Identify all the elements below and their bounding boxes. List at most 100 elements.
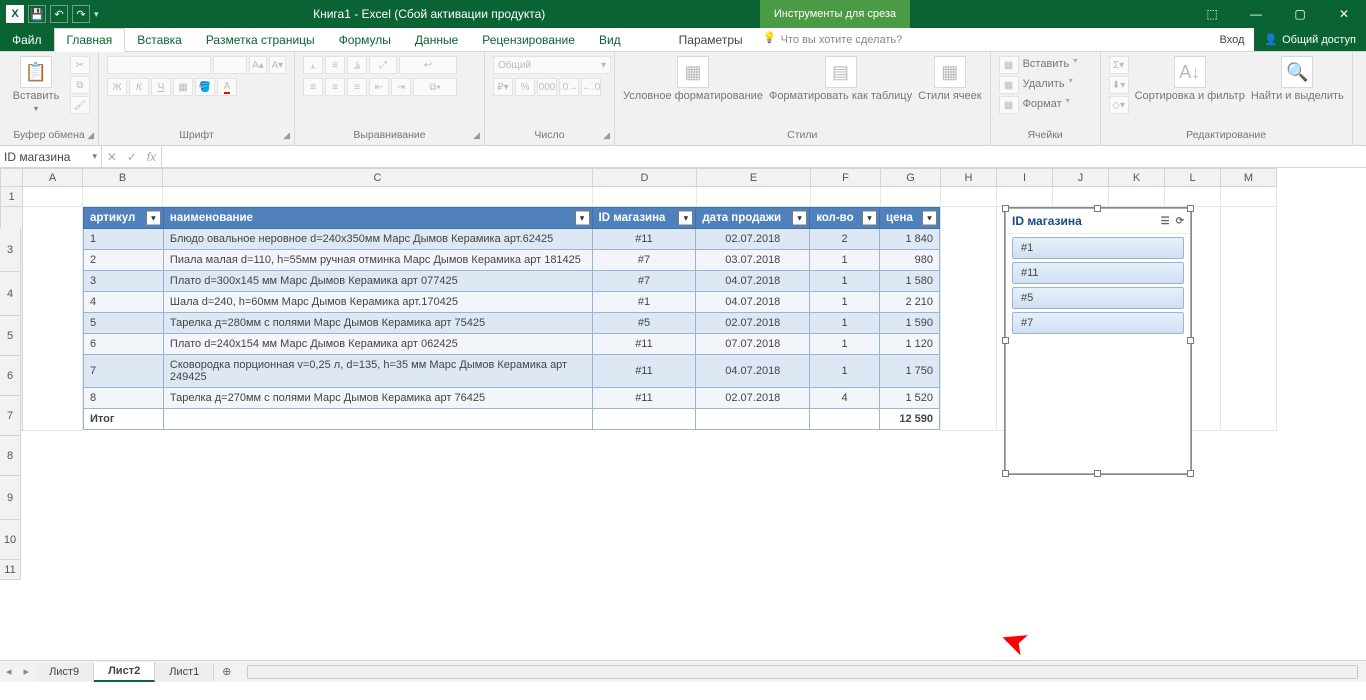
table-cell[interactable]: 980 — [880, 250, 940, 271]
table-cell[interactable]: #11 — [592, 334, 696, 355]
restore-icon[interactable]: ▢ — [1278, 7, 1322, 21]
table-cell[interactable]: 1 120 — [880, 334, 940, 355]
dialog-launcher-icon[interactable]: ◢ — [473, 130, 480, 141]
row-header[interactable]: 4 — [0, 272, 21, 316]
table-cell[interactable]: 2 — [84, 250, 164, 271]
bold-icon[interactable]: Ж — [107, 78, 127, 96]
fill-icon[interactable]: ⬇▾ — [1109, 76, 1129, 94]
table-column-header[interactable]: ID магазина▾ — [592, 208, 696, 229]
column-header[interactable]: K — [1109, 169, 1165, 187]
table-cell[interactable]: 1 — [810, 271, 880, 292]
column-header[interactable]: J — [1053, 169, 1109, 187]
new-sheet-icon[interactable]: ⊕ — [214, 665, 239, 678]
table-cell[interactable]: 1 — [810, 313, 880, 334]
table-cell[interactable]: 3 — [84, 271, 164, 292]
clear-icon[interactable]: ◇▾ — [1109, 96, 1129, 114]
sheet-nav-next-icon[interactable]: ▸ — [18, 665, 36, 678]
row-header[interactable]: 11 — [0, 560, 21, 580]
table-cell[interactable]: 02.07.2018 — [696, 388, 810, 409]
increase-decimal-icon[interactable]: .0→ — [559, 78, 579, 96]
tab-view[interactable]: Вид — [587, 28, 633, 51]
formula-input[interactable] — [162, 146, 1366, 167]
table-cell[interactable]: 04.07.2018 — [696, 292, 810, 313]
table-cell[interactable]: 6 — [84, 334, 164, 355]
name-box[interactable]: ID магазина▾ — [0, 146, 102, 167]
align-top-icon[interactable]: ⫠ — [303, 56, 323, 74]
save-icon[interactable]: 💾 — [28, 5, 46, 23]
filter-dropdown-icon[interactable]: ▾ — [146, 211, 161, 226]
table-cell[interactable]: 1 590 — [880, 313, 940, 334]
filter-dropdown-icon[interactable]: ▾ — [922, 211, 937, 226]
table-cell[interactable]: 4 — [84, 292, 164, 313]
sheet-tab[interactable]: Лист2 — [94, 662, 155, 682]
row-header[interactable]: 10 — [0, 520, 21, 560]
close-icon[interactable]: ✕ — [1322, 7, 1366, 21]
ribbon-options-icon[interactable]: ⬚ — [1190, 7, 1234, 21]
tab-home[interactable]: Главная — [54, 28, 126, 52]
table-cell[interactable]: 02.07.2018 — [696, 313, 810, 334]
table-cell[interactable]: 1 — [810, 250, 880, 271]
table-cell[interactable]: 1 — [810, 355, 880, 388]
column-header[interactable]: C — [163, 169, 593, 187]
sort-filter-button[interactable]: A↓Сортировка и фильтр — [1135, 56, 1245, 102]
underline-icon[interactable]: Ч — [151, 78, 171, 96]
column-header[interactable]: E — [697, 169, 811, 187]
column-header[interactable]: G — [881, 169, 941, 187]
dialog-launcher-icon[interactable]: ◢ — [283, 130, 290, 141]
accounting-icon[interactable]: ₽▾ — [493, 78, 513, 96]
table-cell[interactable]: Плато d=300х145 мм Марс Дымов Керамика а… — [163, 271, 592, 292]
table-cell[interactable]: #1 — [592, 292, 696, 313]
align-bottom-icon[interactable]: ⫡ — [347, 56, 367, 74]
column-header[interactable]: F — [811, 169, 881, 187]
table-cell[interactable]: Шала d=240, h=60мм Марс Дымов Керамика а… — [163, 292, 592, 313]
table-cell[interactable]: 1 520 — [880, 388, 940, 409]
format-as-table-button[interactable]: ▤Форматировать как таблицу — [769, 56, 912, 102]
sign-in-button[interactable]: Вход — [1210, 28, 1255, 51]
row-header[interactable]: 7 — [0, 396, 21, 436]
row-header[interactable]: 3 — [0, 228, 21, 272]
fill-color-icon[interactable]: 🪣 — [195, 78, 215, 96]
column-header[interactable]: I — [997, 169, 1053, 187]
table-cell[interactable]: #7 — [592, 250, 696, 271]
column-header[interactable]: M — [1221, 169, 1277, 187]
filter-dropdown-icon[interactable]: ▾ — [862, 211, 877, 226]
chevron-down-icon[interactable]: ▾ — [92, 151, 97, 162]
column-header[interactable]: B — [83, 169, 163, 187]
table-cell[interactable]: 04.07.2018 — [696, 271, 810, 292]
font-color-icon[interactable]: A — [217, 78, 237, 96]
table-cell[interactable]: #11 — [592, 229, 696, 250]
table-cell[interactable]: 1 750 — [880, 355, 940, 388]
format-cells-button[interactable]: ▦Формат▾ — [999, 96, 1070, 114]
increase-indent-icon[interactable]: ⇥ — [391, 78, 411, 96]
minimize-icon[interactable]: — — [1234, 7, 1278, 21]
find-select-button[interactable]: 🔍Найти и выделить — [1251, 56, 1344, 102]
table-cell[interactable]: Пиала малая d=110, h=55мм ручная отминка… — [163, 250, 592, 271]
table-cell[interactable]: #11 — [592, 388, 696, 409]
table-cell[interactable]: 2 — [810, 229, 880, 250]
align-right-icon[interactable]: ≡ — [347, 78, 367, 96]
slicer-id-store[interactable]: ID магазина ☰⟳ #1#11#5#7 — [1005, 208, 1191, 474]
decrease-decimal-icon[interactable]: ←.0 — [581, 78, 601, 96]
table-cell[interactable]: 1 — [810, 292, 880, 313]
table-column-header[interactable]: дата продажи▾ — [696, 208, 810, 229]
table-cell[interactable]: 03.07.2018 — [696, 250, 810, 271]
tab-formulas[interactable]: Формулы — [327, 28, 403, 51]
cut-icon[interactable]: ✂ — [70, 56, 90, 74]
table-cell[interactable]: 1 840 — [880, 229, 940, 250]
delete-cells-button[interactable]: ▦Удалить▾ — [999, 76, 1073, 94]
slicer-item[interactable]: #11 — [1012, 262, 1184, 284]
tab-slicer-options[interactable]: Параметры — [667, 28, 755, 51]
row-header[interactable]: 9 — [0, 476, 21, 520]
column-header[interactable]: D — [593, 169, 697, 187]
align-left-icon[interactable]: ≡ — [303, 78, 323, 96]
slicer-item[interactable]: #1 — [1012, 237, 1184, 259]
table-cell[interactable]: #5 — [592, 313, 696, 334]
row-header[interactable]: 5 — [0, 316, 21, 356]
font-size-combo[interactable] — [213, 56, 247, 74]
table-cell[interactable]: 07.07.2018 — [696, 334, 810, 355]
autosum-icon[interactable]: Σ▾ — [1109, 56, 1129, 74]
percent-icon[interactable]: % — [515, 78, 535, 96]
copy-icon[interactable]: ⧉ — [70, 76, 90, 94]
paste-button[interactable]: 📋Вставить▾ — [8, 56, 64, 113]
table-column-header[interactable]: артикул▾ — [84, 208, 164, 229]
